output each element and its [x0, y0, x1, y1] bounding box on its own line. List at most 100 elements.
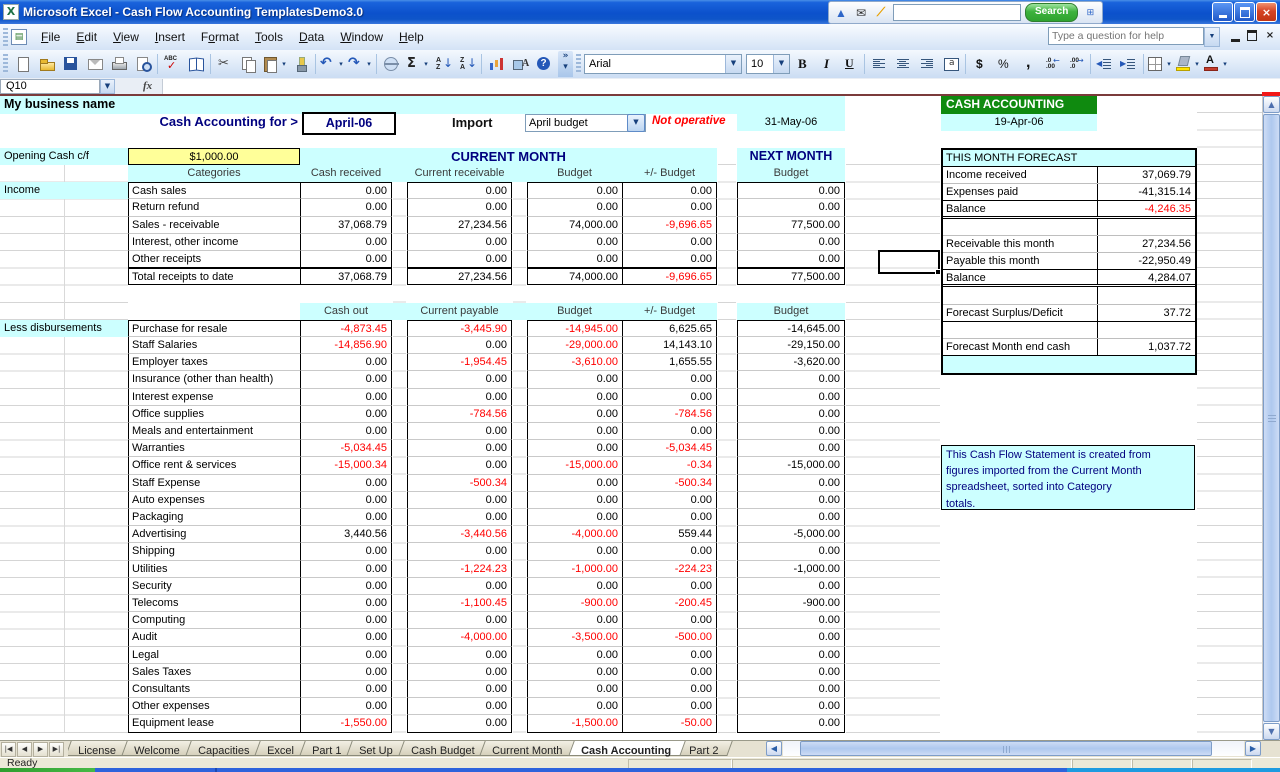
- cell-value[interactable]: 0.00: [527, 612, 622, 629]
- cell-value[interactable]: 37,068.79: [300, 217, 392, 234]
- cell-category[interactable]: Interest, other income: [128, 234, 300, 251]
- next-month-row[interactable]: 0.00: [737, 199, 845, 216]
- cell-value[interactable]: -200.45: [622, 595, 717, 612]
- cell-category[interactable]: Meals and entertainment: [128, 423, 300, 440]
- cell-value[interactable]: -14,945.00: [527, 320, 622, 337]
- table-row[interactable]: Employer taxes0.00-1,954.45-3,610.001,65…: [128, 354, 717, 371]
- table-row[interactable]: Advertising3,440.56-3,440.56-4,000.00559…: [128, 526, 717, 543]
- next-month-row[interactable]: -29,150.00: [737, 337, 845, 354]
- cell-value[interactable]: -784.56: [407, 406, 512, 423]
- cash-accounting-title-cell[interactable]: CASH ACCOUNTING: [941, 96, 1097, 114]
- search-input[interactable]: [893, 4, 1021, 21]
- cell-category[interactable]: Auto expenses: [128, 492, 300, 509]
- next-month-row[interactable]: 0.00: [737, 440, 845, 457]
- next-month-row[interactable]: 0.00: [737, 251, 845, 268]
- menu-data[interactable]: Data: [291, 27, 332, 47]
- forecast-row[interactable]: Balance-4,246.35: [943, 201, 1195, 218]
- drawing-icon[interactable]: [508, 52, 532, 76]
- forecast-value[interactable]: [1097, 287, 1195, 303]
- cell-category[interactable]: Office supplies: [128, 406, 300, 423]
- next-month-row[interactable]: -15,000.00: [737, 457, 845, 474]
- next-month-row[interactable]: 0.00: [737, 715, 845, 732]
- cell-value[interactable]: 0.00: [527, 647, 622, 664]
- cell-next-month-budget[interactable]: 0.00: [737, 199, 845, 216]
- sheet-tab-current-month[interactable]: Current Month: [480, 741, 578, 756]
- hscroll-left-icon[interactable]: ◀: [766, 741, 782, 756]
- cell-value[interactable]: 0.00: [300, 561, 392, 578]
- font-name-combo[interactable]: Arial ▼: [584, 54, 742, 74]
- cell-category[interactable]: Staff Expense: [128, 475, 300, 492]
- cell-value[interactable]: 0.00: [622, 389, 717, 406]
- vertical-scrollbar[interactable]: ▲ ▼: [1262, 96, 1280, 740]
- forecast-row[interactable]: Expenses paid-41,315.14: [943, 184, 1195, 201]
- align-left-icon[interactable]: [867, 52, 891, 76]
- cell-category[interactable]: Utilities: [128, 561, 300, 578]
- cell-next-month-budget[interactable]: 0.00: [737, 647, 845, 664]
- help-question-input[interactable]: [1048, 27, 1204, 45]
- forecast-row[interactable]: [943, 322, 1195, 339]
- menu-file[interactable]: File: [33, 27, 68, 47]
- cell-value[interactable]: 0.00: [622, 681, 717, 698]
- cell-next-month-budget[interactable]: 0.00: [737, 406, 845, 423]
- next-month-row[interactable]: 0.00: [737, 406, 845, 423]
- decrease-decimal-icon[interactable]: [1064, 52, 1088, 76]
- cell-value[interactable]: -4,873.45: [300, 320, 392, 337]
- redo-icon[interactable]: ▾: [346, 52, 374, 76]
- cell-value[interactable]: -1,500.00: [527, 715, 622, 732]
- horizontal-scroll-thumb[interactable]: [800, 741, 1212, 756]
- cell-value[interactable]: 27,234.56: [407, 268, 512, 285]
- scroll-down-icon[interactable]: ▼: [1263, 723, 1280, 740]
- increase-indent-icon[interactable]: [1117, 52, 1141, 76]
- sort-descending-icon[interactable]: [455, 52, 479, 76]
- cell-value[interactable]: 0.00: [527, 234, 622, 251]
- table-row[interactable]: Cash sales0.000.000.000.00: [128, 182, 717, 199]
- cell-value[interactable]: 0.00: [300, 389, 392, 406]
- cell-value[interactable]: 0.00: [622, 234, 717, 251]
- cell-category[interactable]: Consultants: [128, 681, 300, 698]
- cell-value[interactable]: 0.00: [407, 457, 512, 474]
- cell-value[interactable]: 0.00: [300, 612, 392, 629]
- cell-value[interactable]: -3,610.00: [527, 354, 622, 371]
- cell-value[interactable]: 0.00: [407, 698, 512, 715]
- next-month-row[interactable]: 0.00: [737, 543, 845, 560]
- cell-value[interactable]: 0.00: [527, 389, 622, 406]
- next-month-row[interactable]: -14,645.00: [737, 320, 845, 337]
- cut-icon[interactable]: [213, 52, 237, 76]
- table-row[interactable]: Auto expenses0.000.000.000.00: [128, 492, 717, 509]
- cell-value[interactable]: 37,068.79: [300, 268, 392, 285]
- cell-value[interactable]: -14,856.90: [300, 337, 392, 354]
- cell-value[interactable]: 0.00: [407, 389, 512, 406]
- cell-category[interactable]: Total receipts to date: [128, 268, 300, 285]
- cell-value[interactable]: -9,696.65: [622, 268, 717, 285]
- cell-value[interactable]: 0.00: [407, 234, 512, 251]
- align-right-icon[interactable]: [915, 52, 939, 76]
- aol-triangle-icon[interactable]: ▲: [833, 5, 849, 21]
- vertical-scroll-thumb[interactable]: [1263, 114, 1280, 722]
- cell-value[interactable]: 0.00: [622, 199, 717, 216]
- sheet-tab-cash-accounting[interactable]: Cash Accounting: [568, 741, 686, 756]
- cell-value[interactable]: 0.00: [300, 629, 392, 646]
- italic-icon[interactable]: [814, 52, 838, 76]
- cell-next-month-budget[interactable]: -1,000.00: [737, 561, 845, 578]
- business-name-cell[interactable]: My business name: [0, 96, 845, 114]
- hyperlink-icon[interactable]: [379, 52, 403, 76]
- cell-value[interactable]: -1,100.45: [407, 595, 512, 612]
- fill-color-icon[interactable]: ▾: [1174, 52, 1202, 76]
- cell-next-month-budget[interactable]: 0.00: [737, 698, 845, 715]
- cell-next-month-budget[interactable]: 0.00: [737, 543, 845, 560]
- cell-next-month-budget[interactable]: 0.00: [737, 664, 845, 681]
- forecast-row[interactable]: Payable this month-22,950.49: [943, 253, 1195, 270]
- workbook-restore-icon[interactable]: [1247, 30, 1257, 41]
- currency-icon[interactable]: [968, 52, 992, 76]
- table-row[interactable]: Purchase for resale-4,873.45-3,445.90-14…: [128, 320, 717, 337]
- decrease-indent-icon[interactable]: [1093, 52, 1117, 76]
- sort-ascending-icon[interactable]: [431, 52, 455, 76]
- cell-value[interactable]: 0.00: [407, 199, 512, 216]
- cell-category[interactable]: Sales Taxes: [128, 664, 300, 681]
- cell-value[interactable]: 0.00: [622, 543, 717, 560]
- table-row[interactable]: Return refund0.000.000.000.00: [128, 199, 717, 216]
- table-row[interactable]: Other receipts0.000.000.000.00: [128, 251, 717, 268]
- table-row[interactable]: Security0.000.000.000.00: [128, 578, 717, 595]
- table-row[interactable]: Utilities0.00-1,224.23-1,000.00-224.23: [128, 561, 717, 578]
- cell-next-month-budget[interactable]: 0.00: [737, 182, 845, 199]
